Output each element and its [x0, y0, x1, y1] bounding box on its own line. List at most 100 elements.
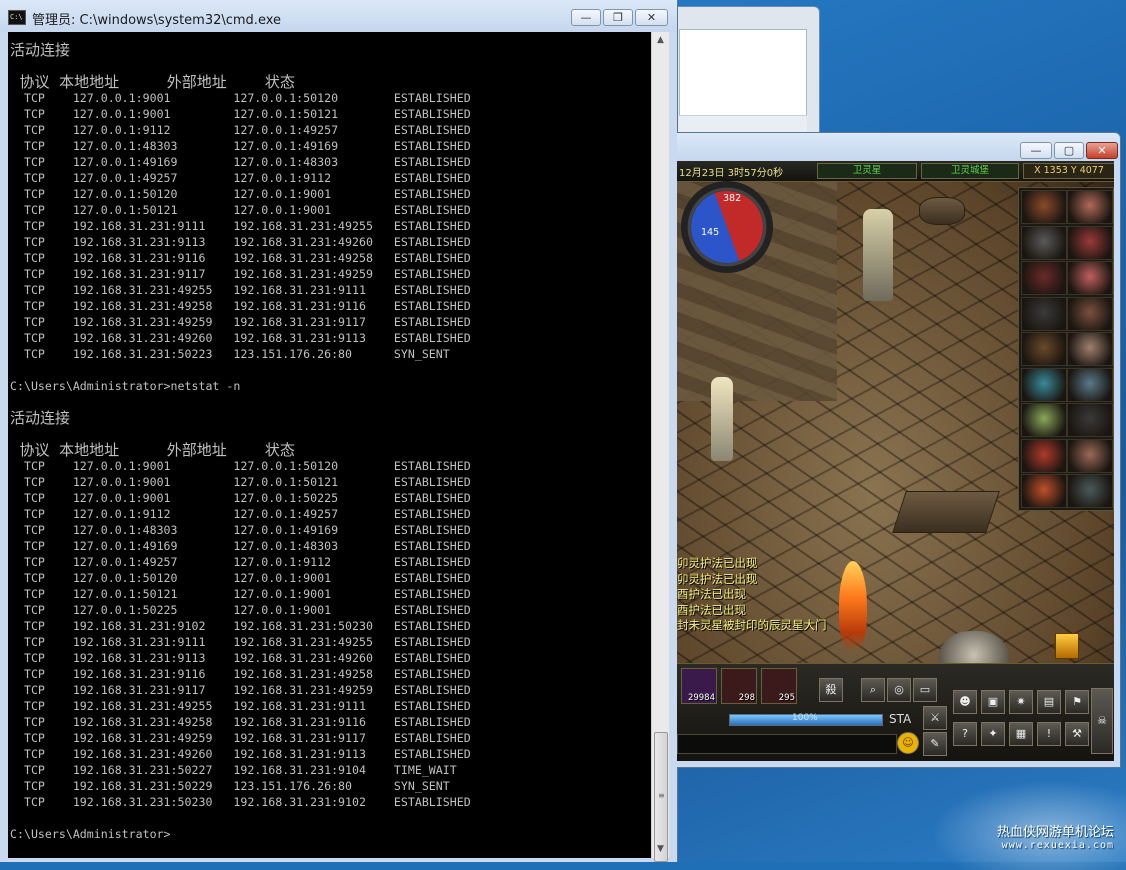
- game-titlebar[interactable]: — ▢ ✕: [677, 133, 1120, 161]
- skill-portrait-icon[interactable]: [1067, 474, 1113, 508]
- alert-icon[interactable]: !: [1037, 722, 1061, 746]
- item-count: 298: [738, 693, 755, 703]
- chat-message: 封未灵星被封印的辰灵星大门: [677, 618, 827, 632]
- game-window[interactable]: — ▢ ✕ 12月23日 3时57分0秒 卫灵星 卫灵城堡 X 1353 Y 4…: [677, 132, 1121, 768]
- skill-portrait-icon[interactable]: [1021, 438, 1067, 473]
- scroll-up-arrow-icon[interactable]: ▲: [652, 32, 669, 49]
- zone-name: 卫灵城堡: [921, 163, 1019, 179]
- help-icon[interactable]: ?: [953, 722, 977, 746]
- background-explorer-window[interactable]: [660, 6, 820, 138]
- skill-portrait-icon[interactable]: [1021, 296, 1067, 331]
- skill-portrait-icon[interactable]: [1067, 367, 1113, 402]
- item-slot-potion[interactable]: 29984: [681, 668, 717, 704]
- skill-portrait-icon[interactable]: [1067, 261, 1113, 295]
- console-line: TCP 127.0.0.1:50120 127.0.0.1:9001 ESTAB…: [10, 187, 471, 201]
- close-icon: ✕: [1097, 144, 1107, 157]
- book-icon[interactable]: ▤: [1037, 690, 1061, 714]
- item-count: 29984: [687, 693, 715, 703]
- kill-mode-button[interactable]: 殺: [819, 678, 843, 702]
- item-slot-scroll[interactable]: 298: [721, 668, 757, 704]
- chat-message: 酉护法已出现: [677, 587, 746, 601]
- skill-portrait-icon[interactable]: [1021, 332, 1067, 366]
- skill-portrait-icon[interactable]: [1021, 225, 1067, 260]
- console-line: TCP 192.168.31.231:9116 192.168.31.231:4…: [10, 667, 471, 681]
- map-icon[interactable]: ▦: [1009, 722, 1033, 746]
- item-slot-scroll[interactable]: 295: [761, 668, 797, 704]
- console-line: TCP 192.168.31.231:9102 192.168.31.231:5…: [10, 619, 471, 633]
- skill-portrait-icon[interactable]: [1021, 367, 1067, 402]
- console-line: TCP 127.0.0.1:50121 127.0.0.1:9001 ESTAB…: [10, 587, 471, 601]
- console-line: TCP 192.168.31.231:9116 192.168.31.231:4…: [10, 251, 471, 265]
- hp-value: 382: [723, 193, 742, 204]
- skill-portrait-icon[interactable]: [1021, 403, 1067, 437]
- cmd-app-icon[interactable]: C:\: [8, 10, 26, 25]
- game-top-hud: 12月23日 3时57分0秒 卫灵星 卫灵城堡 X 1353 Y 4077: [677, 161, 1114, 182]
- cmd-minimize-button[interactable]: —: [571, 9, 601, 26]
- flag-icon[interactable]: ⚑: [1065, 690, 1089, 714]
- chat-bubble-icon[interactable]: ▭: [913, 678, 937, 702]
- cmd-console-area[interactable]: 活动连接 协议 本地地址 外部地址 状态 TCP 127.0.0.1:9001 …: [8, 32, 651, 858]
- console-line: TCP 192.168.31.231:9113 192.168.31.231:4…: [10, 235, 471, 249]
- console-line: TCP 127.0.0.1:50225 127.0.0.1:9001 ESTAB…: [10, 603, 471, 617]
- skill-portrait-icon[interactable]: [1067, 403, 1113, 437]
- console-line: TCP 192.168.31.231:49260 192.168.31.231:…: [10, 747, 471, 761]
- skill-portrait-icon[interactable]: [1021, 474, 1067, 508]
- console-line: TCP 192.168.31.231:9111 192.168.31.231:4…: [10, 635, 471, 649]
- quest-icon[interactable]: ✦: [981, 722, 1005, 746]
- player-character[interactable]: [711, 377, 733, 461]
- coordinate-readout: X 1353 Y 4077: [1023, 163, 1114, 179]
- game-minimize-button[interactable]: —: [1020, 142, 1052, 159]
- round-table[interactable]: [919, 197, 965, 225]
- skill-portrait-icon[interactable]: [1067, 438, 1113, 473]
- console-line: 协议 本地地址 外部地址 状态: [10, 441, 295, 459]
- cmd-vertical-scrollbar[interactable]: ▲ ≡ ▼: [651, 32, 669, 862]
- console-line: TCP 192.168.31.231:50230 192.168.31.231:…: [10, 795, 471, 809]
- x-value: 1353: [1043, 165, 1068, 176]
- maximize-icon: ▢: [1063, 144, 1075, 157]
- item-count: 295: [778, 693, 795, 703]
- console-line: TCP 127.0.0.1:9112 127.0.0.1:49257 ESTAB…: [10, 123, 471, 137]
- cmd-window[interactable]: C:\ 管理员: C:\windows\system32\cmd.exe — ❐…: [0, 0, 678, 862]
- skill-portrait-icon[interactable]: [1067, 225, 1113, 260]
- console-line: TCP 192.168.31.231:49255 192.168.31.231:…: [10, 699, 471, 713]
- skill-portrait-icon[interactable]: [1067, 190, 1113, 224]
- sta-label: STA: [889, 712, 912, 726]
- tool-icon[interactable]: ⚒: [1065, 722, 1089, 746]
- skill-panel: [1018, 187, 1114, 511]
- console-line: TCP 127.0.0.1:49169 127.0.0.1:48303 ESTA…: [10, 539, 471, 553]
- cmd-maximize-button[interactable]: ❐: [603, 9, 633, 26]
- console-line: TCP 192.168.31.231:49260 192.168.31.231:…: [10, 331, 471, 345]
- npc-guard[interactable]: [863, 209, 893, 301]
- game-maximize-button[interactable]: ▢: [1054, 142, 1084, 159]
- skill-portrait-icon[interactable]: [1067, 332, 1113, 366]
- skill-portrait-icon[interactable]: [1021, 261, 1067, 295]
- cmd-close-button[interactable]: ✕: [635, 9, 668, 26]
- emoji-button[interactable]: ☺: [897, 732, 919, 754]
- scroll-down-arrow-icon[interactable]: ▼: [652, 841, 669, 858]
- sword-icon[interactable]: ⚔: [923, 706, 947, 730]
- console-line: TCP 192.168.31.231:50223 123.151.176.26:…: [10, 347, 450, 361]
- game-viewport[interactable]: 12月23日 3时57分0秒 卫灵星 卫灵城堡 X 1353 Y 4077 38…: [677, 161, 1114, 761]
- target-icon[interactable]: ◎: [887, 678, 911, 702]
- grip-icon: ≡: [658, 791, 665, 800]
- skill-icon[interactable]: ✷: [1009, 690, 1033, 714]
- cmd-titlebar[interactable]: C:\ 管理员: C:\windows\system32\cmd.exe — ❐…: [0, 0, 677, 32]
- wooden-table[interactable]: [892, 491, 1000, 533]
- console-line: C:\Users\Administrator>: [10, 827, 171, 841]
- console-line: 活动连接: [10, 41, 71, 59]
- chat-input[interactable]: [677, 734, 897, 754]
- restore-icon: ❐: [613, 11, 623, 24]
- skill-portrait-icon[interactable]: [1021, 190, 1067, 224]
- console-line: TCP 127.0.0.1:9001 127.0.0.1:50121 ESTAB…: [10, 475, 471, 489]
- console-line: 协议 本地地址 外部地址 状态: [10, 73, 295, 91]
- game-close-button[interactable]: ✕: [1086, 142, 1118, 159]
- character-icon[interactable]: ☻: [953, 690, 977, 714]
- skill-portrait-icon[interactable]: [1067, 296, 1113, 331]
- console-line: TCP 192.168.31.231:50227 192.168.31.231:…: [10, 763, 457, 777]
- magnifier-icon[interactable]: ⌕: [861, 678, 885, 702]
- pen-icon[interactable]: ✎: [923, 732, 947, 756]
- bag-icon[interactable]: ▣: [981, 690, 1005, 714]
- crown-icon[interactable]: [1055, 633, 1079, 659]
